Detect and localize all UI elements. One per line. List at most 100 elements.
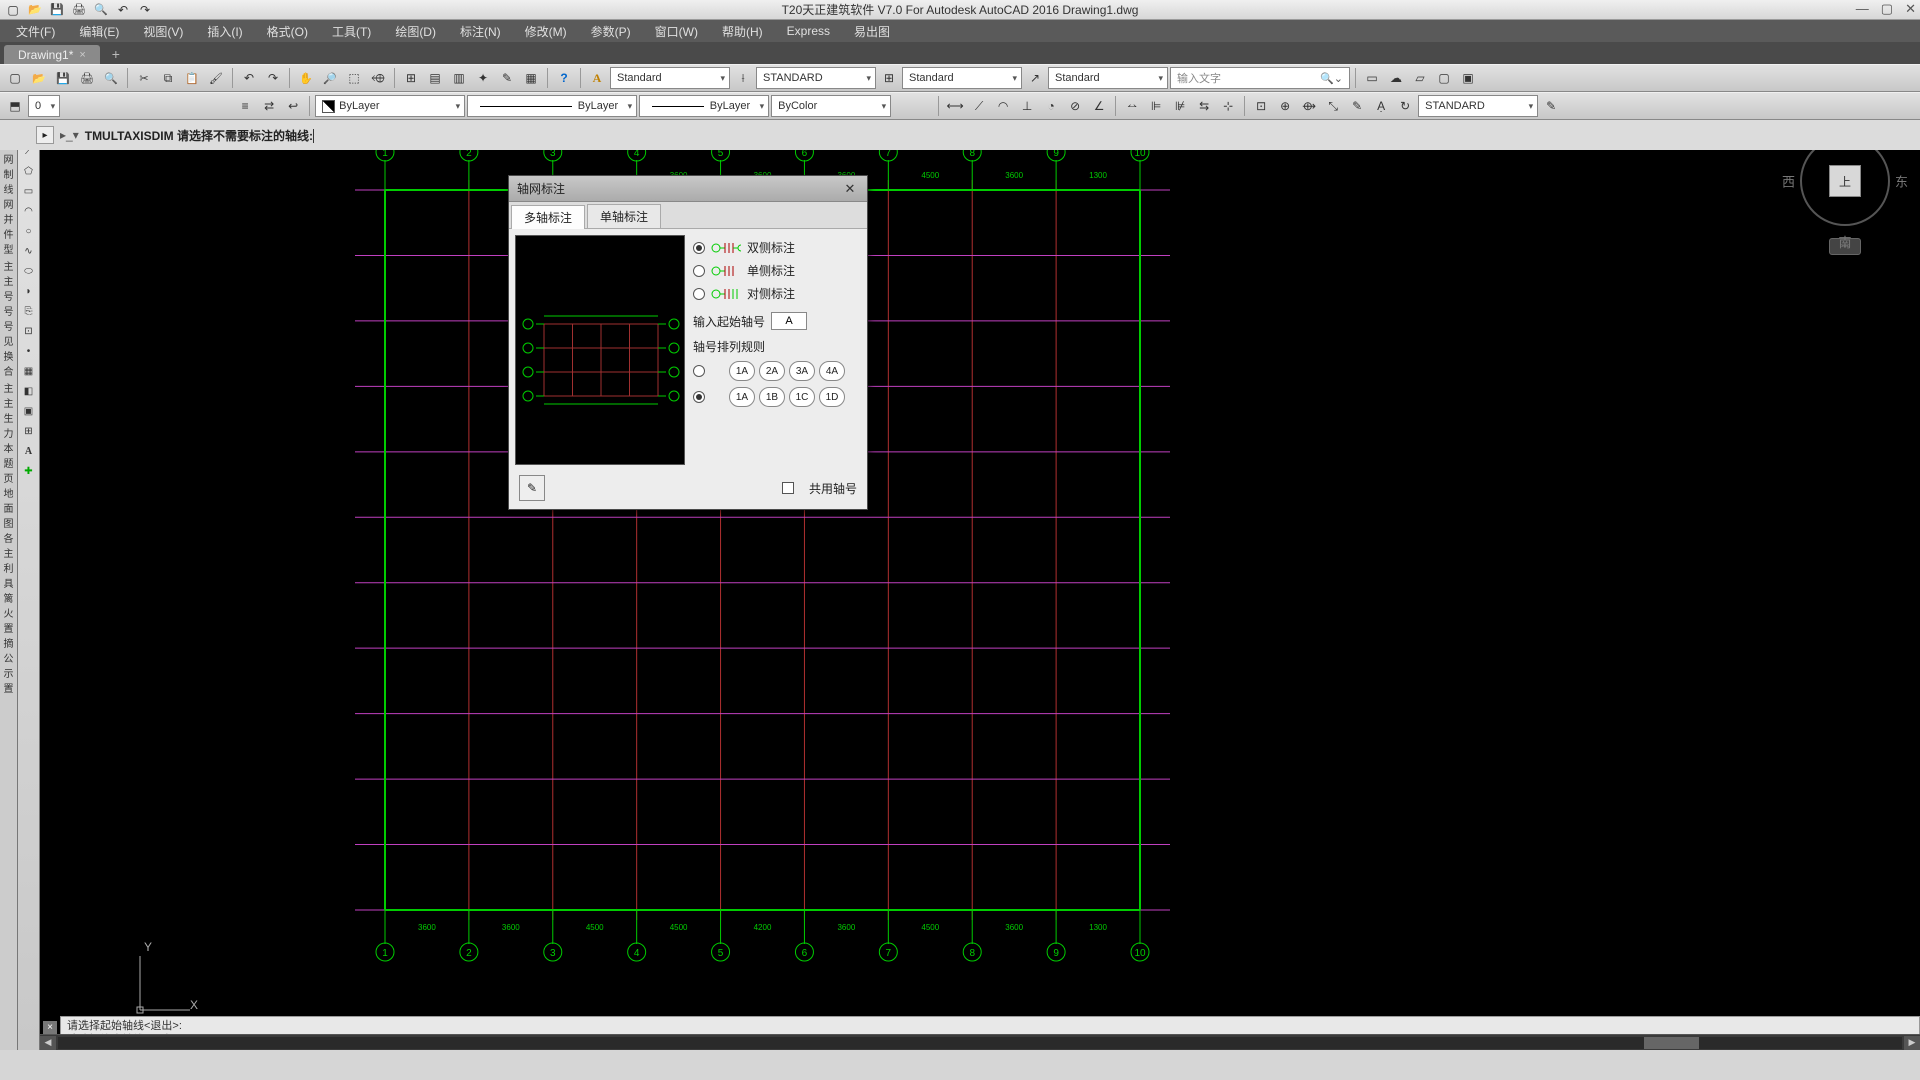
tangent-menu-item[interactable]: 具 xyxy=(0,578,17,591)
tangent-menu-item[interactable]: 型 xyxy=(0,244,17,257)
menu-edit[interactable]: 编辑(E) xyxy=(67,21,131,42)
qat-print-icon[interactable] xyxy=(70,2,88,18)
menu-view[interactable]: 视图(V) xyxy=(131,21,195,42)
qat-preview-icon[interactable] xyxy=(92,2,110,18)
plotstyle-combo[interactable]: ByColor xyxy=(771,95,891,117)
restore-icon[interactable]: ▢ xyxy=(1881,1,1893,17)
copy-icon[interactable] xyxy=(157,67,179,89)
tangent-menu-item[interactable]: 利 xyxy=(0,563,17,576)
tangent-menu-item[interactable]: 面 xyxy=(0,503,17,516)
tangent-menu-item[interactable]: 本 xyxy=(0,443,17,456)
tangent-menu-item[interactable]: 置 xyxy=(0,683,17,696)
zoom-prev-icon[interactable]: ⬲ xyxy=(367,67,389,89)
radio-seq-number[interactable] xyxy=(693,391,705,403)
tangent-menu-item[interactable]: 号 xyxy=(0,291,17,304)
print-icon[interactable] xyxy=(76,67,98,89)
make-current-icon[interactable]: ⬒ xyxy=(4,95,26,117)
save-icon[interactable] xyxy=(52,67,74,89)
share-axis-checkbox[interactable] xyxy=(782,482,794,494)
menu-draw[interactable]: 绘图(D) xyxy=(383,21,448,42)
lineweight-combo[interactable]: ByLayer xyxy=(639,95,769,117)
tangent-menu-item[interactable]: 篱 xyxy=(0,593,17,606)
zoom-icon[interactable] xyxy=(319,67,341,89)
viewcube-top[interactable]: 上 xyxy=(1829,165,1861,197)
dim-radius-icon[interactable]: ◔ xyxy=(1040,95,1062,117)
dialog-close-icon[interactable]: ✕ xyxy=(841,181,859,197)
dim-space-icon[interactable]: ⇆ xyxy=(1193,95,1215,117)
new-view-icon[interactable]: ▱ xyxy=(1409,67,1431,89)
drawing-tab[interactable]: Drawing1* × xyxy=(4,45,100,64)
mleader-icon[interactable]: ↗ xyxy=(1024,67,1046,89)
tangent-menu-item[interactable]: 图 xyxy=(0,518,17,531)
tab-multi-axis[interactable]: 多轴标注 xyxy=(511,205,585,229)
textstyle-icon[interactable] xyxy=(586,67,608,89)
dim-linear-icon[interactable] xyxy=(944,95,966,117)
tangent-menu-item[interactable]: 主 xyxy=(0,398,17,411)
spline-icon[interactable] xyxy=(19,242,39,260)
dim-quick-icon[interactable]: ⥎ xyxy=(1121,95,1143,117)
region-icon[interactable]: ▣ xyxy=(19,402,39,420)
menu-format[interactable]: 格式(O) xyxy=(255,21,320,42)
tablestyle-icon[interactable]: ⊞ xyxy=(878,67,900,89)
new-icon[interactable] xyxy=(4,67,26,89)
qat-new-icon[interactable] xyxy=(4,2,22,18)
dim-diameter-icon[interactable]: ⊘ xyxy=(1064,95,1086,117)
menu-file[interactable]: 文件(F) xyxy=(4,21,67,42)
drawing-canvas[interactable]: [-][俯视][二维线框] 12345678910123456789103600… xyxy=(40,120,1920,1050)
tangent-menu-item[interactable]: 换 xyxy=(0,351,17,364)
dim-inspect-icon[interactable]: ⟴ xyxy=(1298,95,1320,117)
radio-both-sides[interactable] xyxy=(693,242,705,254)
menu-window[interactable]: 窗口(W) xyxy=(643,21,710,42)
dimstyle-combo2[interactable]: STANDARD xyxy=(1418,95,1538,117)
menu-dim[interactable]: 标注(N) xyxy=(448,21,513,42)
tangent-menu-item[interactable]: 公 xyxy=(0,653,17,666)
scroll-left-icon[interactable]: ◀ xyxy=(40,1036,56,1050)
cmd-arrow-icon[interactable]: ▸ xyxy=(36,126,54,144)
help-icon[interactable] xyxy=(553,67,575,89)
tangent-menu-item[interactable]: 线 xyxy=(0,184,17,197)
scroll-track[interactable] xyxy=(58,1037,1902,1049)
dimstyle-icon[interactable]: ⟊ xyxy=(732,67,754,89)
dim-ord-icon[interactable]: ⊥ xyxy=(1016,95,1038,117)
qat-save-icon[interactable] xyxy=(48,2,66,18)
tangent-menu-item[interactable]: 号 xyxy=(0,321,17,334)
layer-match-icon[interactable]: ⇄ xyxy=(258,95,280,117)
tangent-menu-item[interactable]: 火 xyxy=(0,608,17,621)
start-axis-input[interactable] xyxy=(771,312,807,330)
seq1-b[interactable]: 2A xyxy=(759,361,785,381)
seq2-c[interactable]: 1C xyxy=(789,387,815,407)
dim-arc-icon[interactable]: ◠ xyxy=(992,95,1014,117)
tolerance-icon[interactable]: ⊡ xyxy=(1250,95,1272,117)
dim-aligned-icon[interactable]: ⟋ xyxy=(968,95,990,117)
properties-icon[interactable] xyxy=(400,67,422,89)
arc-icon[interactable] xyxy=(19,202,39,220)
table-icon[interactable] xyxy=(19,422,39,440)
new-tab-button[interactable]: + xyxy=(102,44,130,64)
dim-break-icon[interactable]: ⊹ xyxy=(1217,95,1239,117)
search-icon[interactable]: 🔍⌄ xyxy=(1320,72,1343,85)
dim-angular-icon[interactable]: ∠ xyxy=(1088,95,1110,117)
radio-one-side[interactable] xyxy=(693,265,705,277)
redo-icon[interactable] xyxy=(262,67,284,89)
tangent-menu-item[interactable]: 题 xyxy=(0,458,17,471)
dialog-titlebar[interactable]: 轴网标注 ✕ xyxy=(509,176,867,202)
hatch-icon[interactable] xyxy=(19,362,39,380)
tangent-menu-item[interactable]: 见 xyxy=(0,336,17,349)
mleader-style-combo[interactable]: Standard xyxy=(1048,67,1168,89)
tangent-menu-item[interactable]: 摘 xyxy=(0,638,17,651)
dim-jogged-icon[interactable]: ⤡ xyxy=(1322,95,1344,117)
tangent-menu-item[interactable]: 合 xyxy=(0,366,17,379)
radio-opposite[interactable] xyxy=(693,288,705,300)
menu-tools[interactable]: 工具(T) xyxy=(320,21,383,42)
center-mark-icon[interactable]: ⊕ xyxy=(1274,95,1296,117)
tangent-menu-item[interactable]: 页 xyxy=(0,473,17,486)
match-props-icon[interactable] xyxy=(205,67,227,89)
sheet-set-icon[interactable]: ▤ xyxy=(424,67,446,89)
tangent-menu-item[interactable]: 示 xyxy=(0,668,17,681)
rectangle-icon[interactable] xyxy=(19,182,39,200)
named-view-icon[interactable]: ▢ xyxy=(1433,67,1455,89)
menu-insert[interactable]: 插入(I) xyxy=(195,21,254,42)
seq1-c[interactable]: 3A xyxy=(789,361,815,381)
command-line[interactable]: ▸ ▸_▾ TMULTAXISDIM 请选择不需要标注的轴线: xyxy=(0,120,1920,150)
ellipse-icon[interactable] xyxy=(19,262,39,280)
